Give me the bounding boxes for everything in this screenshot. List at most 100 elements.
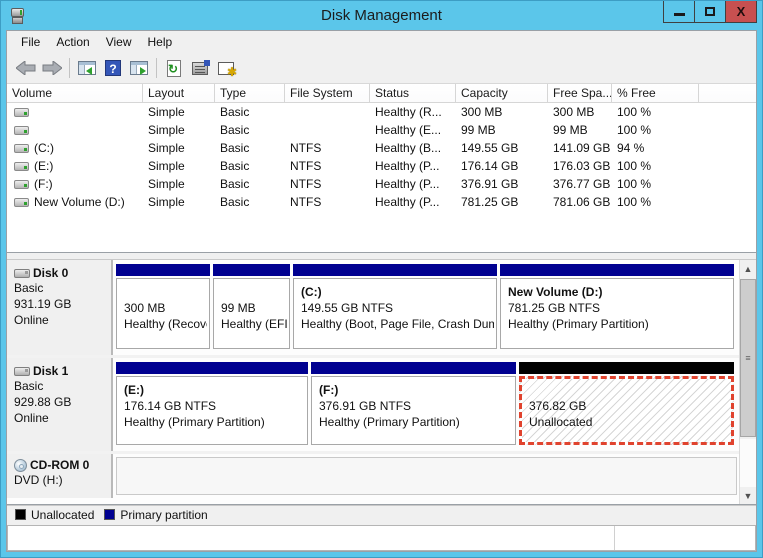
- disk-row-cdrom0: CD-ROM 0 DVD (H:): [7, 454, 739, 498]
- disk-status: Online: [14, 411, 49, 425]
- disk-name: Disk 1: [33, 364, 69, 378]
- table-row[interactable]: Simple Basic Healthy (R... 300 MB 300 MB…: [7, 103, 756, 121]
- menu-action[interactable]: Action: [48, 31, 97, 53]
- show-action-pane-icon[interactable]: [126, 56, 152, 80]
- cdrom-empty-track: [116, 457, 737, 495]
- cdrom-name: CD-ROM 0: [30, 458, 90, 472]
- volume-name: New Volume (D:): [34, 195, 125, 209]
- column-header-type[interactable]: Type: [215, 84, 285, 102]
- status-bar-side-pane: [615, 526, 755, 550]
- column-header-file-system[interactable]: File System: [285, 84, 370, 102]
- app-icon-base: [12, 16, 23, 24]
- disk-kind: Basic: [14, 281, 44, 295]
- scrollbar-thumb[interactable]: ≡: [740, 279, 756, 437]
- column-header-pct-free[interactable]: % Free: [612, 84, 699, 102]
- forward-icon[interactable]: [39, 56, 65, 80]
- disk-management-window: Disk Management X File Action View Help: [0, 0, 763, 558]
- disk0-label[interactable]: Disk 0 Basic 931.19 GB Online: [7, 260, 113, 355]
- disk-settings-icon[interactable]: ✱: [213, 56, 239, 80]
- maximize-icon: [705, 7, 715, 16]
- column-header-volume[interactable]: Volume: [7, 84, 143, 102]
- volume-icon: [14, 197, 29, 207]
- disk-icon: [14, 366, 30, 376]
- legend-swatch-primary: [104, 509, 116, 520]
- cdrom0-label[interactable]: CD-ROM 0 DVD (H:): [7, 454, 113, 498]
- volume-icon: [14, 107, 29, 117]
- column-header-status[interactable]: Status: [370, 84, 456, 102]
- close-icon: X: [736, 4, 746, 19]
- menu-help[interactable]: Help: [140, 31, 181, 53]
- show-console-tree-icon[interactable]: [74, 56, 100, 80]
- legend-unallocated: Unallocated: [15, 508, 94, 522]
- title-bar[interactable]: Disk Management X: [1, 1, 762, 30]
- partition-recovery[interactable]: 300 MB Healthy (Recovery Partition): [116, 264, 210, 349]
- disk-row-disk0: Disk 0 Basic 931.19 GB Online 300 MB Hea…: [7, 260, 739, 358]
- legend-primary-partition: Primary partition: [104, 508, 208, 522]
- volume-name: (C:): [34, 141, 54, 155]
- partition-status-bar: [311, 362, 516, 374]
- table-row[interactable]: (F:) Simple Basic NTFS Healthy (P... 376…: [7, 175, 756, 193]
- window-controls: X: [663, 1, 757, 23]
- status-bar: [7, 525, 756, 551]
- table-row[interactable]: (C:) Simple Basic NTFS Healthy (B... 149…: [7, 139, 756, 157]
- disk-size: 929.88 GB: [14, 395, 72, 409]
- scroll-down-button[interactable]: ▼: [740, 487, 756, 504]
- window-client-area: File Action View Help ? ↻ ✱ Volume Layou…: [6, 30, 757, 552]
- partition-e[interactable]: (E:) 176.14 GB NTFS Healthy (Primary Par…: [116, 362, 308, 445]
- close-button[interactable]: X: [725, 1, 757, 23]
- pane-splitter[interactable]: [7, 253, 756, 260]
- disk-size: 931.19 GB: [14, 297, 72, 311]
- refresh-icon[interactable]: ↻: [161, 56, 187, 80]
- partition-status-bar: [519, 362, 734, 374]
- partition-unallocated-selected[interactable]: 376.82 GB Unallocated: [519, 362, 734, 445]
- menu-bar: File Action View Help: [7, 31, 756, 53]
- volume-icon: [14, 161, 29, 171]
- partition-status-bar: [293, 264, 497, 276]
- table-row[interactable]: New Volume (D:) Simple Basic NTFS Health…: [7, 193, 756, 211]
- partition-status-bar: [500, 264, 734, 276]
- partition-f[interactable]: (F:) 376.91 GB NTFS Healthy (Primary Par…: [311, 362, 516, 445]
- legend-bar: Unallocated Primary partition: [7, 505, 756, 523]
- table-row[interactable]: (E:) Simple Basic NTFS Healthy (P... 176…: [7, 157, 756, 175]
- volume-table-header: Volume Layout Type File System Status Ca…: [7, 84, 756, 103]
- vertical-scrollbar[interactable]: ▲ ≡ ▼: [739, 260, 756, 504]
- disk-management-app-icon[interactable]: [9, 7, 27, 25]
- toolbar-separator: [156, 58, 157, 78]
- disk-kind: Basic: [14, 379, 44, 393]
- volume-list-pane: Volume Layout Type File System Status Ca…: [7, 84, 756, 253]
- status-bar-main-pane: [8, 526, 615, 550]
- disk-icon: [14, 268, 30, 278]
- disk-name: Disk 0: [33, 266, 69, 280]
- volume-icon: [14, 125, 29, 135]
- column-header-filler: [699, 84, 756, 102]
- partition-c[interactable]: (C:) 149.55 GB NTFS Healthy (Boot, Page …: [293, 264, 497, 349]
- toolbar-separator: [69, 58, 70, 78]
- toolbar: ? ↻ ✱: [7, 53, 756, 84]
- minimize-icon: [673, 13, 685, 16]
- legend-swatch-unallocated: [15, 509, 26, 520]
- partition-efi[interactable]: 99 MB Healthy (EFI System Partition): [213, 264, 290, 349]
- menu-view[interactable]: View: [98, 31, 140, 53]
- graphical-view-pane: Disk 0 Basic 931.19 GB Online 300 MB Hea…: [7, 260, 756, 505]
- help-icon[interactable]: ?: [100, 56, 126, 80]
- minimize-button[interactable]: [663, 1, 695, 23]
- cdrom-media: DVD (H:): [14, 473, 63, 487]
- window-title: Disk Management: [321, 7, 442, 24]
- disk1-label[interactable]: Disk 1 Basic 929.88 GB Online: [7, 358, 113, 451]
- volume-icon: [14, 143, 29, 153]
- disk-row-disk1: Disk 1 Basic 929.88 GB Online (E:) 176.1…: [7, 358, 739, 454]
- column-header-layout[interactable]: Layout: [143, 84, 215, 102]
- back-icon[interactable]: [13, 56, 39, 80]
- column-header-capacity[interactable]: Capacity: [456, 84, 548, 102]
- scrollbar-track[interactable]: [740, 439, 756, 487]
- menu-file[interactable]: File: [13, 31, 48, 53]
- partition-d[interactable]: New Volume (D:) 781.25 GB NTFS Healthy (…: [500, 264, 734, 349]
- table-row[interactable]: Simple Basic Healthy (E... 99 MB 99 MB 1…: [7, 121, 756, 139]
- scroll-up-button[interactable]: ▲: [740, 260, 756, 277]
- properties-icon[interactable]: [187, 56, 213, 80]
- column-header-free-space[interactable]: Free Spa...: [548, 84, 612, 102]
- disk0-partitions: 300 MB Healthy (Recovery Partition) 99 M…: [113, 260, 739, 355]
- maximize-button[interactable]: [694, 1, 726, 23]
- app-icon-tower: [11, 7, 24, 17]
- partition-status-bar: [116, 362, 308, 374]
